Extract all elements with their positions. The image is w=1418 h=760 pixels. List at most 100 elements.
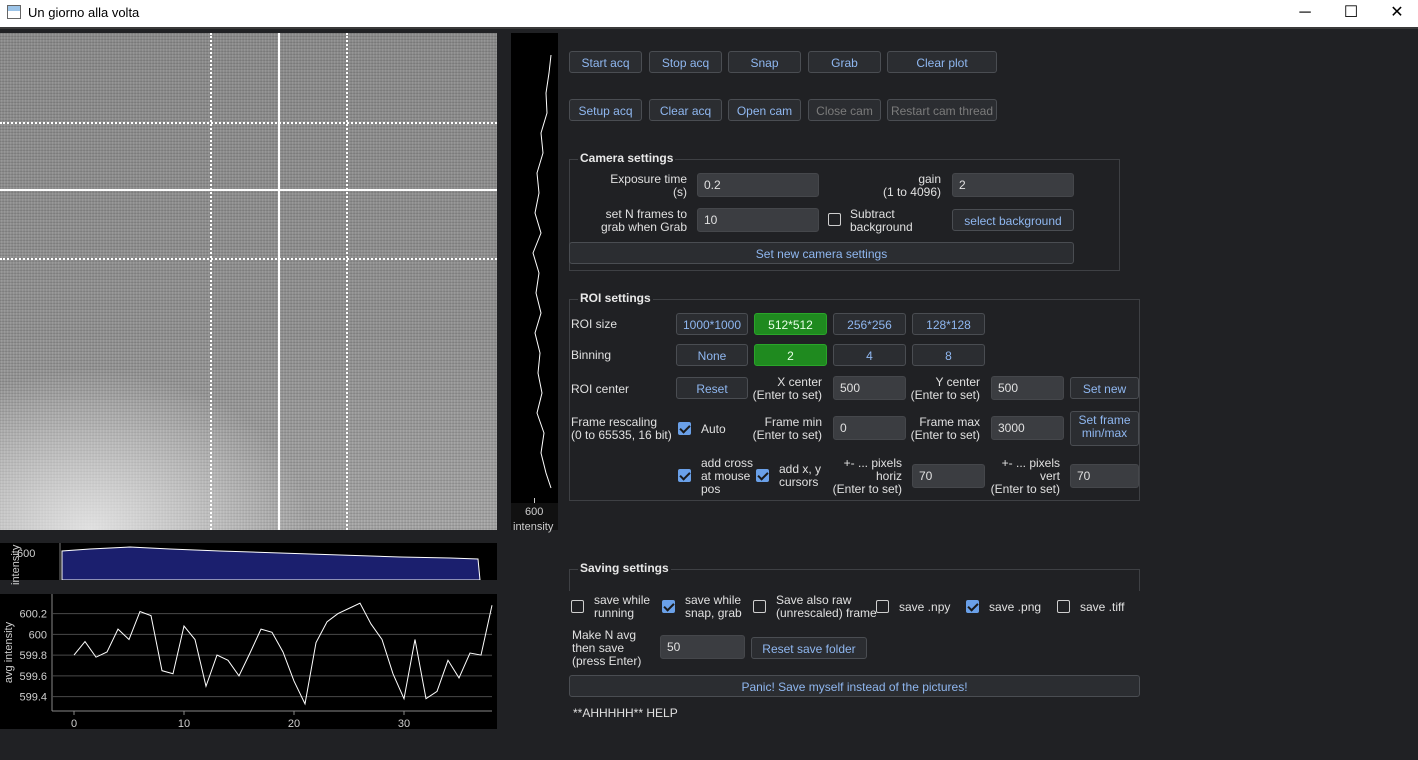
minimize-button[interactable]: ─ [1282, 0, 1328, 27]
saving-settings-title: Saving settings [578, 561, 671, 575]
subtract-background-checkbox[interactable] [828, 213, 841, 226]
navg-label: Make N avg then save (press Enter) [572, 628, 642, 668]
save-snap-grab-label: save while snap, grab [685, 593, 742, 620]
y-tick-label: 600.2 [19, 609, 47, 621]
close-cam-button[interactable]: Close cam [808, 99, 881, 121]
vert-pixels-label: +- ... pixels vert (Enter to set) [990, 456, 1060, 496]
clear-plot-button[interactable]: Clear plot [887, 51, 997, 73]
vertical-profile-axis: 600 intensity [511, 498, 558, 533]
roi-512-button[interactable]: 512*512 [754, 313, 827, 335]
x-center-label: X center (Enter to set) [752, 375, 822, 402]
vertical-profile-plot [511, 33, 558, 503]
roi-size-label: ROI size [571, 317, 618, 331]
title-bar: Un giorno alla volta ─ ☐ ✕ [0, 0, 1418, 27]
x-tick-label: 20 [288, 718, 300, 729]
binning-label: Binning [571, 348, 612, 362]
x-tick-label: 30 [398, 718, 410, 729]
cursor-x-left [210, 33, 212, 530]
set-new-camera-settings-button[interactable]: Set new camera settings [569, 242, 1074, 264]
start-acq-button[interactable]: Start acq [569, 51, 642, 73]
avg-intensity-line [73, 602, 493, 706]
clear-acq-button[interactable]: Clear acq [649, 99, 722, 121]
cursor-y-top [0, 122, 497, 124]
crosshair-horizontal [0, 189, 497, 191]
y-tick-label: 599.4 [19, 692, 47, 704]
vertical-profile-line [532, 54, 552, 489]
panic-button[interactable]: Panic! Save myself instead of the pictur… [569, 675, 1140, 697]
roi-center-label: ROI center [571, 382, 630, 396]
horizontal-profile-plot: intensity 600 [0, 543, 497, 585]
vert-pixels-input[interactable]: 70 [1070, 464, 1139, 488]
reset-save-folder-button[interactable]: Reset save folder [751, 637, 867, 659]
nframes-input[interactable]: 10 [697, 208, 819, 232]
help-text: **AHHHHH** HELP [573, 706, 678, 720]
binning-8-button[interactable]: 8 [912, 344, 985, 366]
roi-256-button[interactable]: 256*256 [833, 313, 906, 335]
frame-min-label: Frame min (Enter to set) [752, 415, 822, 442]
add-cross-checkbox[interactable] [678, 469, 691, 482]
vertical-profile-tick: 600 [525, 506, 544, 518]
camera-settings-title: Camera settings [578, 151, 676, 165]
roi-1000-button[interactable]: 1000*1000 [676, 313, 748, 335]
roi-128-button[interactable]: 128*128 [912, 313, 985, 335]
x-tick-label: 0 [71, 718, 77, 729]
app-icon [7, 5, 21, 19]
grab-button[interactable]: Grab [808, 51, 881, 73]
save-tiff-label: save .tiff [1080, 600, 1125, 614]
maximize-button[interactable]: ☐ [1328, 0, 1374, 27]
auto-rescale-checkbox[interactable] [678, 422, 691, 435]
save-png-label: save .png [989, 600, 1042, 614]
save-while-running-label: save while running [594, 593, 651, 620]
open-cam-button[interactable]: Open cam [728, 99, 801, 121]
save-png-checkbox[interactable] [966, 600, 979, 613]
title-separator [0, 27, 1418, 29]
y-center-label: Y center (Enter to set) [910, 375, 980, 402]
x-tick-label: 10 [178, 718, 190, 729]
stop-acq-button[interactable]: Stop acq [649, 51, 722, 73]
exposure-input[interactable]: 0.2 [697, 173, 819, 197]
binning-none-button[interactable]: None [676, 344, 748, 366]
cursor-x-right [346, 33, 348, 530]
y-tick-label: 599.8 [19, 650, 47, 662]
save-tiff-checkbox[interactable] [1057, 600, 1070, 613]
setup-acq-button[interactable]: Setup acq [569, 99, 642, 121]
save-npy-checkbox[interactable] [876, 600, 889, 613]
binning-4-button[interactable]: 4 [833, 344, 906, 366]
frame-rescaling-label: Frame rescaling (0 to 65535, 16 bit) [571, 415, 672, 442]
navg-input[interactable]: 50 [660, 635, 745, 659]
camera-image[interactable] [0, 33, 497, 530]
horiz-pixels-label: +- ... pixels horiz (Enter to set) [832, 456, 902, 496]
auto-rescale-label: Auto [701, 422, 726, 436]
vertical-profile-label: intensity [513, 521, 554, 533]
y-tick-label: 599.6 [19, 671, 47, 683]
subtract-background-label: Subtract background [850, 207, 913, 234]
horizontal-profile-fill [61, 546, 481, 580]
snap-button[interactable]: Snap [728, 51, 801, 73]
window-title: Un giorno alla volta [28, 5, 140, 20]
exposure-label: Exposure time (s) [610, 172, 687, 199]
save-npy-label: save .npy [899, 600, 951, 614]
frame-max-input[interactable]: 3000 [991, 416, 1064, 440]
crosshair-vertical [278, 33, 280, 530]
close-button[interactable]: ✕ [1374, 0, 1418, 27]
roi-set-new-button[interactable]: Set new [1070, 377, 1139, 399]
save-raw-checkbox[interactable] [753, 600, 766, 613]
save-while-running-checkbox[interactable] [571, 600, 584, 613]
add-cross-label: add cross at mouse pos [701, 456, 754, 496]
gain-input[interactable]: 2 [952, 173, 1074, 197]
avg-intensity-chart: 600.2 600 599.8 599.6 599.4 0 10 20 30 avg intens… [0, 594, 497, 729]
gain-label: gain (1 to 4096) [882, 172, 941, 199]
cursor-y-bottom [0, 258, 497, 260]
save-snap-grab-checkbox[interactable] [662, 600, 675, 613]
save-raw-label: Save also raw (unrescaled) frame [776, 593, 877, 620]
select-background-button[interactable]: select background [952, 209, 1074, 231]
frame-max-label: Frame max (Enter to set) [910, 415, 980, 442]
roi-settings-title: ROI settings [578, 291, 653, 305]
y-center-input[interactable]: 500 [991, 376, 1064, 400]
restart-cam-thread-button[interactable]: Restart cam thread [887, 99, 997, 121]
nframes-label: set N frames to grab when Grab [600, 207, 687, 234]
y-tick-label: 600 [29, 629, 47, 641]
set-frame-minmax-button[interactable]: Set frame min/max [1070, 411, 1139, 446]
binning-2-button[interactable]: 2 [754, 344, 827, 366]
add-cursors-checkbox[interactable] [756, 469, 769, 482]
